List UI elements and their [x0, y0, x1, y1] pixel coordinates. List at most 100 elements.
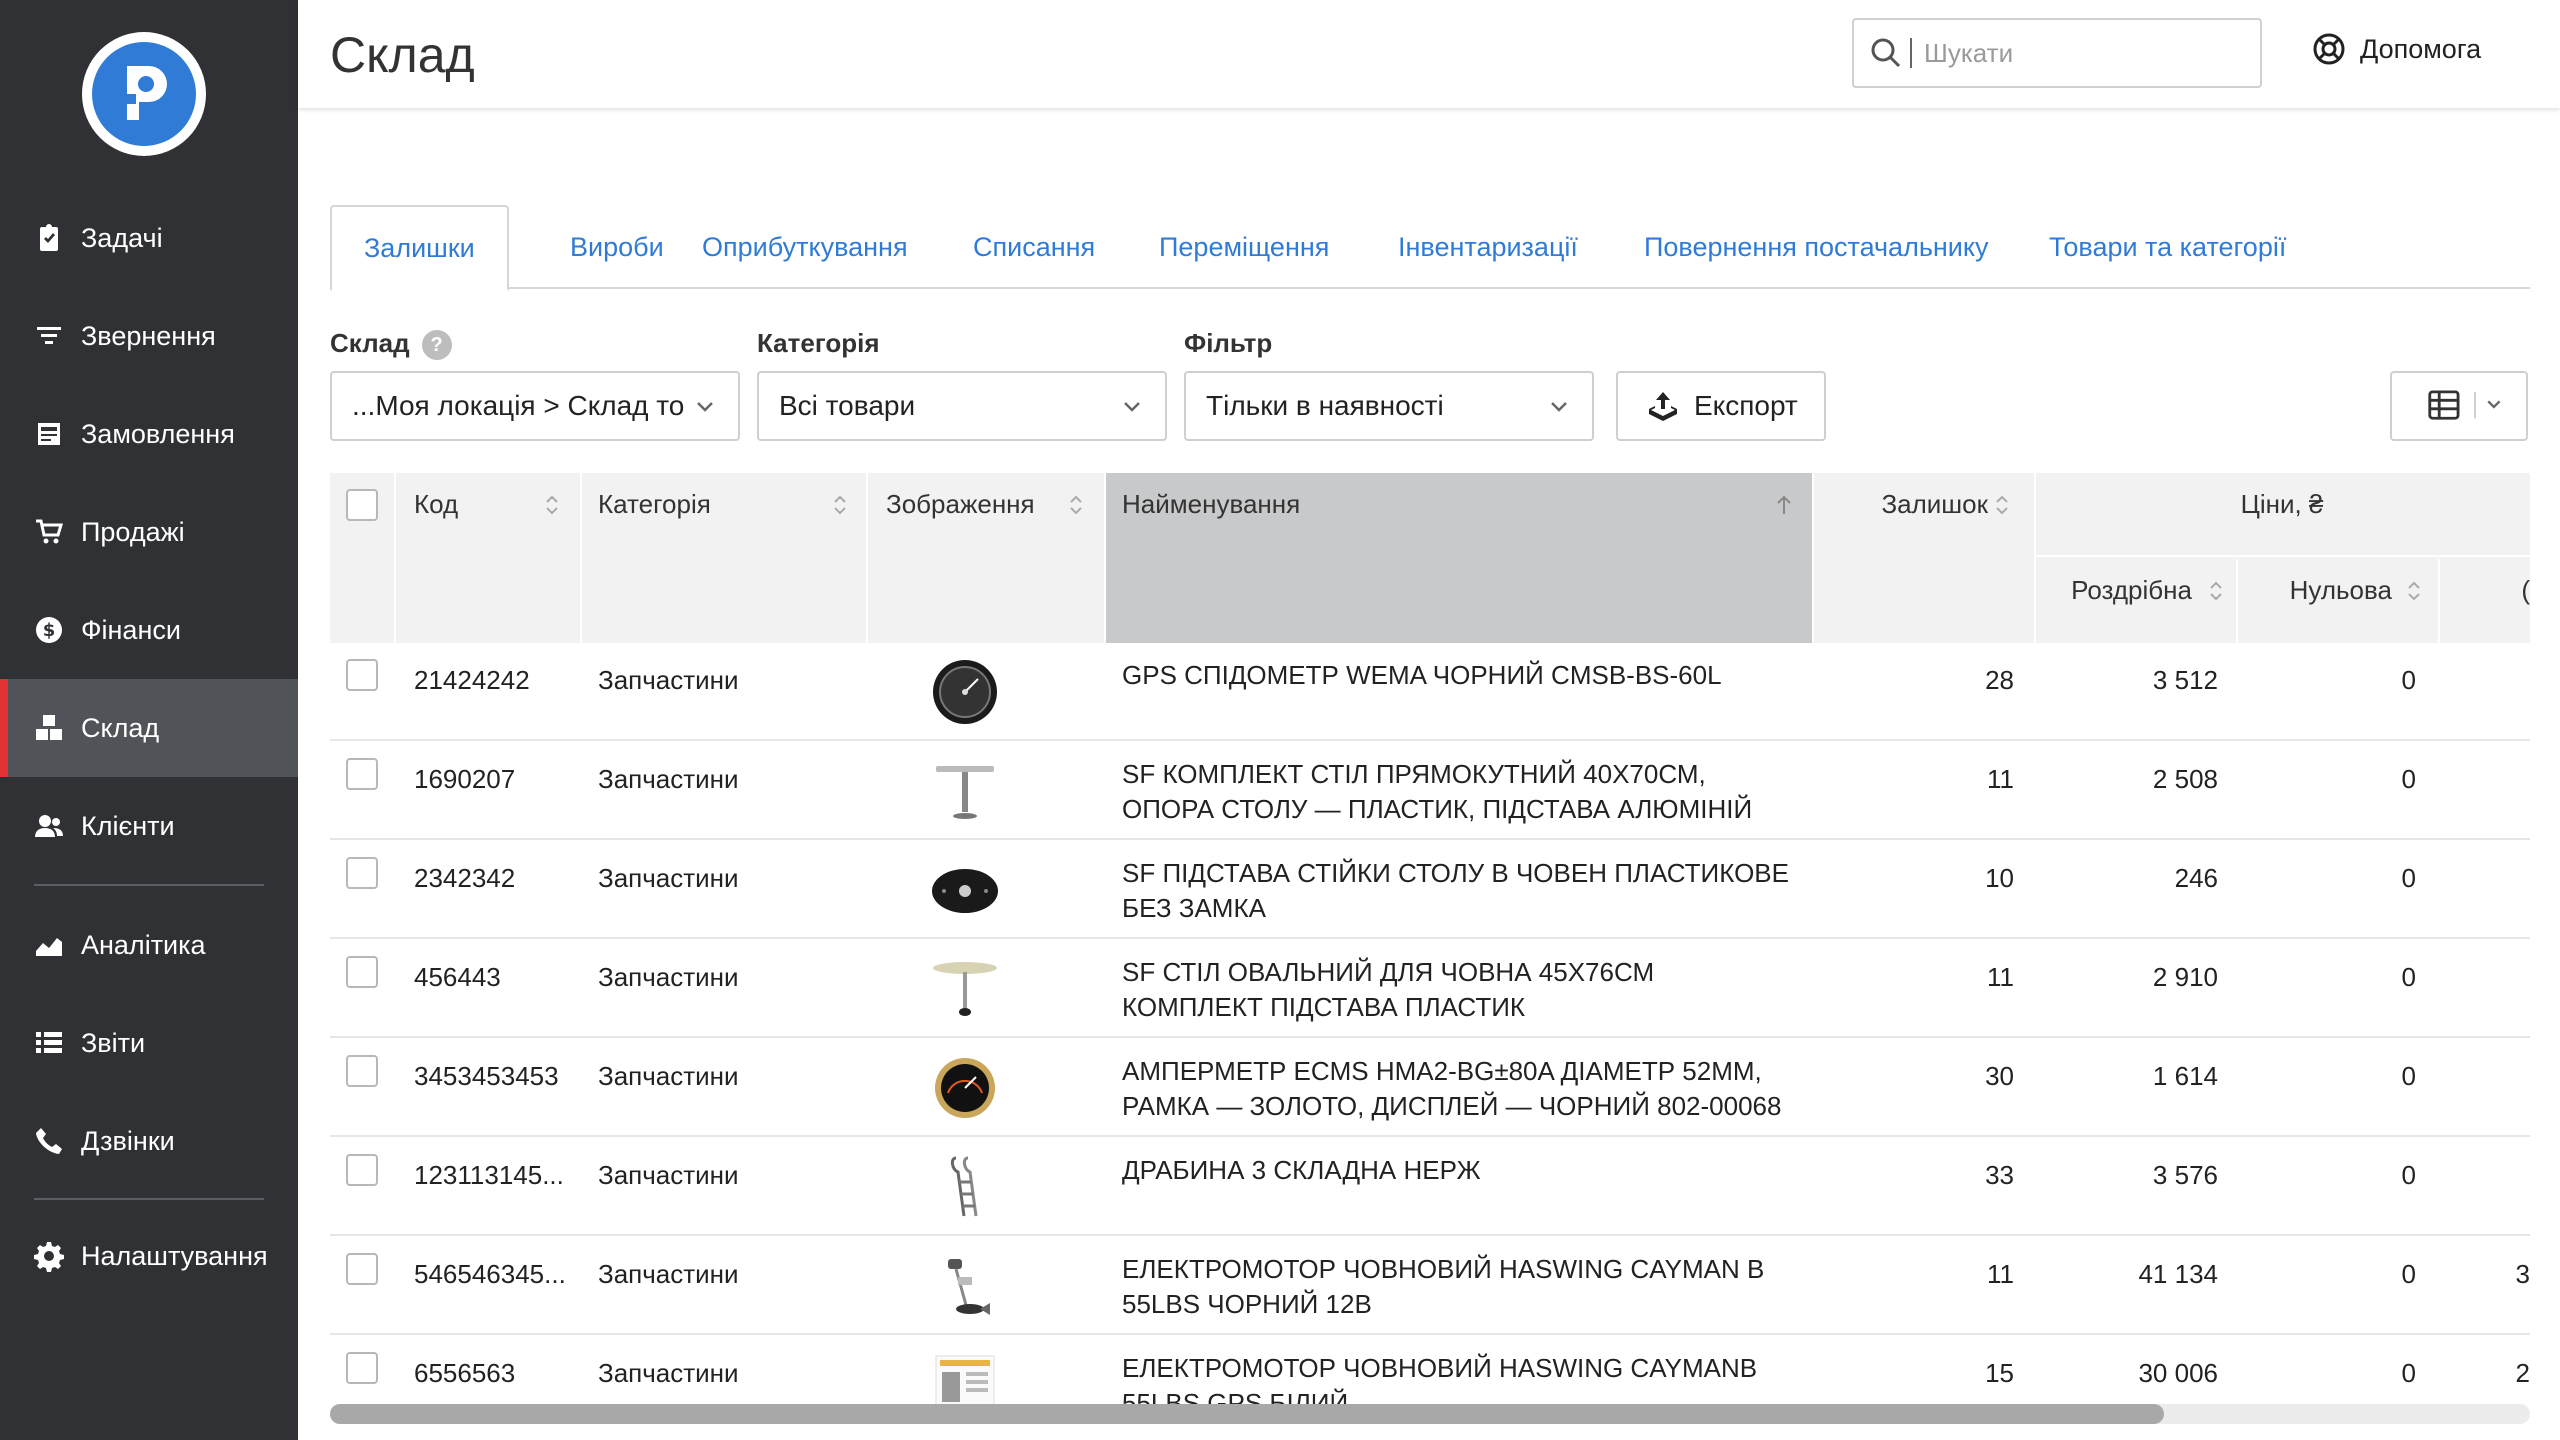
sidebar-item-calls[interactable]: Дзвінки [0, 1092, 298, 1190]
cell-category: Запчастини [598, 764, 739, 794]
sidebar-item-warehouse[interactable]: Склад [0, 679, 298, 777]
logo[interactable] [82, 32, 206, 156]
tab-write-offs[interactable]: Списання [941, 205, 1127, 289]
cell-category: Запчастини [598, 1259, 739, 1289]
select-all-checkbox[interactable] [346, 489, 378, 521]
sidebar-item-label: Фінанси [81, 614, 181, 645]
help-link[interactable]: Допомога [2312, 32, 2481, 66]
warehouse-select-value: ...Моя локація > Склад то [352, 390, 685, 421]
product-table-image[interactable] [930, 756, 1000, 826]
table-row[interactable]: 456443 Запчастини SF СТІЛ ОВАЛЬНИЙ ДЛЯ Ч… [330, 940, 2530, 1038]
sidebar-item-label: Аналітика [81, 929, 206, 960]
cell-code: 6556563 [414, 1358, 516, 1388]
sidebar-item-clients[interactable]: Клієнти [0, 777, 298, 875]
cell-name: SF ПІДСТАВА СТІЙКИ СТОЛУ В ЧОВЕН ПЛАСТИК… [1122, 858, 1789, 923]
column-header-image[interactable]: Зображення [868, 473, 1104, 643]
sort-icon [2210, 581, 2222, 601]
product-ladder-image[interactable] [930, 1152, 1000, 1222]
sidebar-item-sales[interactable]: Продажі [0, 483, 298, 581]
product-base-image[interactable] [930, 855, 1000, 925]
product-speedometer-image[interactable] [930, 657, 1000, 727]
column-header-code[interactable]: Код [396, 473, 580, 643]
horizontal-scrollbar[interactable] [330, 1404, 2530, 1424]
page-title: Склад [330, 27, 475, 83]
cell-stock: 30 [1985, 1061, 2014, 1091]
boxes-icon [31, 710, 67, 746]
cell-category: Запчастини [598, 863, 739, 893]
column-header-category[interactable]: Категорія [582, 473, 866, 643]
column-header-stock[interactable]: Залишок [1814, 473, 2034, 643]
warehouse-filter-label: Склад? [330, 328, 452, 361]
column-header-name[interactable]: Найменування [1106, 473, 1812, 643]
view-toggle-button[interactable] [2390, 371, 2528, 441]
cell-zero-price: 0 [2401, 1160, 2416, 1190]
sidebar-item-reports[interactable]: Звіти [0, 994, 298, 1092]
row-checkbox[interactable] [346, 1253, 378, 1285]
tab-receipts[interactable]: Оприбуткування [670, 205, 940, 289]
tab-supplier-returns[interactable]: Повернення постачальнику [1612, 205, 2021, 289]
sidebar-divider [34, 1198, 264, 1200]
chevron-down-icon [697, 402, 713, 412]
cell-zero-price: 0 [2401, 665, 2416, 695]
cell-retail-price: 30 006 [2138, 1358, 2218, 1388]
cell-retail-price: 1 614 [2152, 1061, 2218, 1091]
row-checkbox[interactable] [346, 956, 378, 988]
table-row[interactable]: 2342342 Запчастини SF ПІДСТАВА СТІЙКИ СТ… [330, 841, 2530, 939]
sidebar-divider [34, 884, 264, 886]
row-checkbox[interactable] [346, 1154, 378, 1186]
stock-table: Код Категорія Зображення Найменування За… [330, 473, 2530, 1418]
row-checkbox[interactable] [346, 857, 378, 889]
cell-zero-price: 0 [2401, 863, 2416, 893]
scrollbar-thumb[interactable] [330, 1404, 2164, 1424]
column-header-retail[interactable]: Роздрібна [2036, 559, 2236, 643]
sidebar-item-settings[interactable]: Налаштування [0, 1207, 298, 1305]
table-row[interactable]: 1690207 Запчастини SF КОМПЛЕКТ СТІЛ ПРЯМ… [330, 742, 2530, 840]
sidebar-item-tasks[interactable]: Задачі [0, 189, 298, 287]
tab-goods-categories[interactable]: Товари та категорії [2017, 205, 2318, 289]
table-row[interactable]: 3453453453 Запчастини АМПЕРМЕТР ECMS HMA… [330, 1039, 2530, 1137]
tab-stock[interactable]: Залишки [330, 205, 509, 291]
product-oval-table-image[interactable] [930, 954, 1000, 1024]
sidebar-item-finance[interactable]: $ Фінанси [0, 581, 298, 679]
cell-code: 546546345... [414, 1259, 566, 1289]
table-row[interactable]: 546546345... Запчастини ЕЛЕКТРОМОТОР ЧОВ… [330, 1237, 2530, 1335]
table-row[interactable]: 21424242 Запчастини GPS СПІДОМЕТР WEMA Ч… [330, 643, 2530, 741]
table-header: Код Категорія Зображення Найменування За… [330, 473, 2530, 643]
chevron-down-icon [1551, 402, 1567, 412]
cell-next-price: 3 [2515, 1259, 2530, 1289]
cell-name: ЕЛЕКТРОМОТОР ЧОВНОВИЙ HASWING CAYMAN B 5… [1122, 1254, 1765, 1319]
cell-zero-price: 0 [2401, 764, 2416, 794]
row-checkbox[interactable] [346, 758, 378, 790]
cell-retail-price: 2 910 [2152, 962, 2218, 992]
cart-icon [31, 514, 67, 550]
help-icon[interactable]: ? [421, 330, 452, 361]
column-header-next-price[interactable]: ( [2440, 559, 2530, 643]
column-header-zero[interactable]: Нульова [2238, 559, 2438, 643]
tab-transfers[interactable]: Переміщення [1127, 205, 1361, 289]
search-box[interactable] [1852, 18, 2262, 88]
search-input[interactable] [1924, 37, 2244, 69]
sidebar-item-label: Задачі [81, 222, 163, 253]
list-icon [31, 1025, 67, 1061]
cell-category: Запчастини [598, 1160, 739, 1190]
sidebar-item-requests[interactable]: Звернення [0, 287, 298, 385]
category-select[interactable]: Всі товари [757, 371, 1167, 441]
sidebar-item-analytics[interactable]: Аналітика [0, 896, 298, 994]
row-checkbox[interactable] [346, 1352, 378, 1384]
table-row[interactable]: 123113145... Запчастини ДРАБИНА 3 СКЛАДН… [330, 1138, 2530, 1236]
availability-select[interactable]: Тільки в наявності [1184, 371, 1594, 441]
dollar-icon: $ [31, 612, 67, 648]
row-checkbox[interactable] [346, 659, 378, 691]
cell-category: Запчастини [598, 665, 739, 695]
select-all-cell [330, 473, 394, 643]
cell-stock: 15 [1985, 1358, 2014, 1388]
sort-icon [1996, 495, 2008, 515]
warehouse-select[interactable]: ...Моя локація > Склад то [330, 371, 740, 441]
cell-name: GPS СПІДОМЕТР WEMA ЧОРНИЙ CMSB-BS-60L [1122, 660, 1722, 690]
tab-inventories[interactable]: Інвентаризації [1366, 205, 1610, 289]
product-motor-image[interactable] [930, 1251, 1000, 1321]
row-checkbox[interactable] [346, 1055, 378, 1087]
export-button[interactable]: Експорт [1616, 371, 1826, 441]
product-ammeter-image[interactable] [930, 1053, 1000, 1123]
sidebar-item-orders[interactable]: Замовлення [0, 385, 298, 483]
